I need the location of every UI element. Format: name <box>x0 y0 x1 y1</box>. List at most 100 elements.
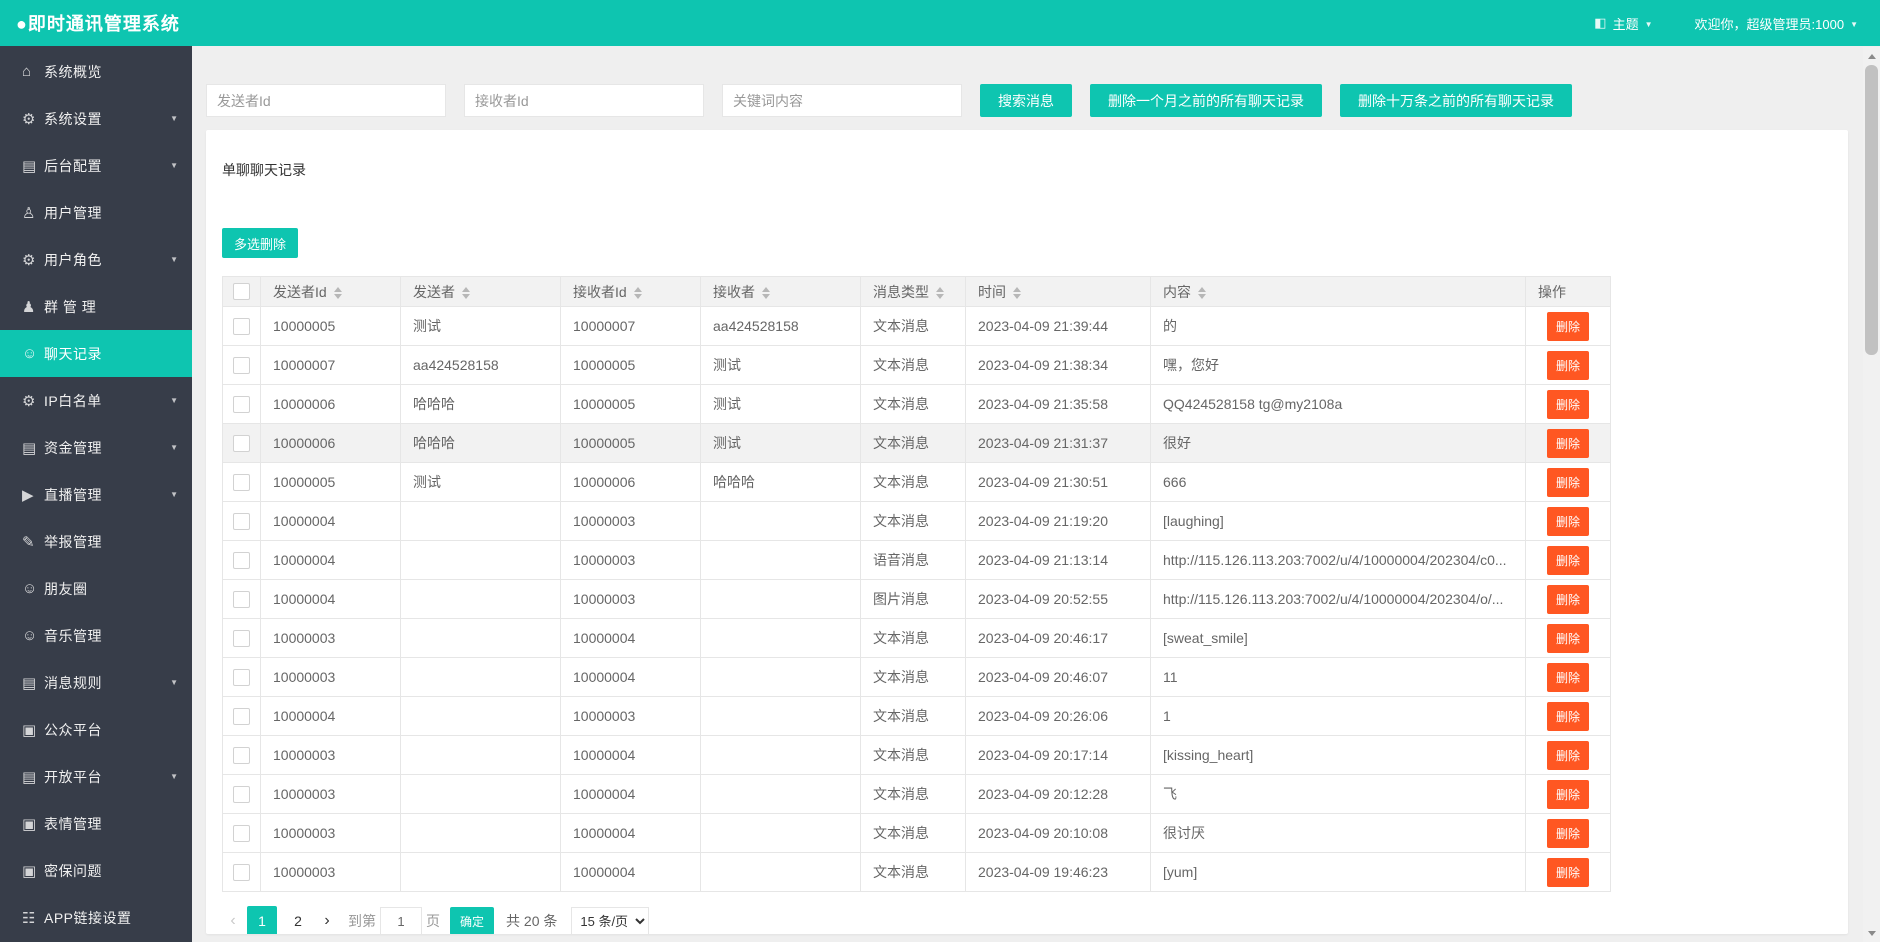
page-1-button[interactable]: 1 <box>247 906 277 934</box>
sidebar-item-moments[interactable]: ☺ 朋友圈 ▼ <box>0 565 192 612</box>
sidebar-item-open-platform[interactable]: ▤ 开放平台 ▼ <box>0 753 192 800</box>
delete-button[interactable]: 删除 <box>1546 662 1589 692</box>
delete-button[interactable]: 删除 <box>1546 467 1589 497</box>
cell-content: http://115.126.113.203:7002/u/4/10000004… <box>1150 540 1526 580</box>
search-messages-button[interactable]: 搜索消息 <box>980 84 1072 117</box>
row-checkbox[interactable] <box>233 590 250 608</box>
cell-receiver <box>700 657 861 697</box>
vertical-scrollbar[interactable] <box>1863 47 1880 942</box>
keyword-input[interactable] <box>722 84 962 117</box>
cell-receiver-id: 10000003 <box>560 579 701 619</box>
sidebar-item-backend-config[interactable]: ▤ 后台配置 ▼ <box>0 142 192 189</box>
sort-icon <box>462 286 470 299</box>
row-checkbox[interactable] <box>233 707 250 725</box>
sidebar-item-live-management[interactable]: ▶ 直播管理 ▼ <box>0 471 192 518</box>
prev-page-button[interactable]: ‹ <box>222 912 244 930</box>
cell-message-type: 图片消息 <box>860 579 966 619</box>
row-checkbox[interactable] <box>233 317 250 335</box>
delete-100k-old-button[interactable]: 删除十万条之前的所有聊天记录 <box>1340 84 1572 117</box>
cell-sender <box>400 618 561 658</box>
sidebar-item-system-overview[interactable]: ⌂ 系统概览 ▼ <box>0 48 192 95</box>
sender-id-input[interactable] <box>206 84 446 117</box>
user-menu[interactable]: 欢迎你，超级管理员:1000 ▼ <box>1695 14 1858 33</box>
delete-button[interactable]: 删除 <box>1546 857 1589 887</box>
cell-receiver <box>700 696 861 736</box>
scroll-up-arrow[interactable] <box>1863 49 1880 63</box>
theme-menu[interactable]: ◧ 主题 ▼ <box>1594 14 1652 33</box>
sidebar-item-icon: ✎ <box>22 533 35 551</box>
col-content[interactable]: 内容 <box>1150 276 1526 307</box>
delete-button[interactable]: 删除 <box>1546 389 1589 419</box>
sidebar-item-app-link-settings[interactable]: ☷ APP链接设置 ▼ <box>0 894 192 941</box>
confirm-page-button[interactable]: 确定 <box>450 907 495 934</box>
col-receiver-id[interactable]: 接收者Id <box>560 276 701 307</box>
multi-delete-button[interactable]: 多选删除 <box>222 228 299 258</box>
delete-button[interactable]: 删除 <box>1546 311 1589 341</box>
row-checkbox[interactable] <box>233 863 250 881</box>
sidebar-item-report-management[interactable]: ✎ 举报管理 ▼ <box>0 518 192 565</box>
col-sender-id[interactable]: 发送者Id <box>260 276 401 307</box>
table-row: 10000006 哈哈哈 10000005 测试 文本消息 2023-04-09… <box>222 423 1611 463</box>
sidebar-item-chat-records[interactable]: ☺ 聊天记录 ▼ <box>0 330 192 377</box>
delete-button[interactable]: 删除 <box>1546 428 1589 458</box>
row-checkbox[interactable] <box>233 356 250 374</box>
sidebar-item-message-rules[interactable]: ▤ 消息规则 ▼ <box>0 659 192 706</box>
delete-button[interactable]: 删除 <box>1546 818 1589 848</box>
chevron-down-icon: ▼ <box>1644 19 1653 29</box>
row-checkbox[interactable] <box>233 785 250 803</box>
scroll-down-arrow[interactable] <box>1863 926 1880 940</box>
delete-button[interactable]: 删除 <box>1546 506 1589 536</box>
sidebar-item-system-settings[interactable]: ⚙ 系统设置 ▼ <box>0 95 192 142</box>
col-receiver[interactable]: 接收者 <box>700 276 861 307</box>
row-checkbox[interactable] <box>233 629 250 647</box>
cell-content: 1 <box>1150 696 1526 736</box>
row-checkbox[interactable] <box>233 395 250 413</box>
table-row: 10000003 10000004 文本消息 2023-04-09 20:12:… <box>222 774 1611 814</box>
sidebar-item-user-management[interactable]: ♙ 用户管理 ▼ <box>0 189 192 236</box>
delete-button[interactable]: 删除 <box>1546 350 1589 380</box>
cell-receiver-id: 10000004 <box>560 657 701 697</box>
row-checkbox[interactable] <box>233 746 250 764</box>
page-2-button[interactable]: 2 <box>283 906 313 934</box>
row-checkbox[interactable] <box>233 668 250 686</box>
cell-time: 2023-04-09 20:17:14 <box>965 735 1151 775</box>
col-message-type[interactable]: 消息类型 <box>860 276 966 307</box>
sidebar-item-label: IP白名单 <box>44 392 102 409</box>
sidebar-item-user-roles[interactable]: ⚙ 用户角色 ▼ <box>0 236 192 283</box>
next-page-button[interactable]: › <box>316 912 338 930</box>
goto-page-input[interactable] <box>380 907 422 934</box>
row-checkbox[interactable] <box>233 824 250 842</box>
row-checkbox[interactable] <box>233 551 250 569</box>
delete-button[interactable]: 删除 <box>1546 779 1589 809</box>
col-sender[interactable]: 发送者 <box>400 276 561 307</box>
delete-button[interactable]: 删除 <box>1546 545 1589 575</box>
cell-sender-id: 10000004 <box>260 696 401 736</box>
sidebar-item-label: 用户角色 <box>44 251 102 268</box>
col-label: 发送者Id <box>273 283 327 300</box>
sidebar-item-emoji-management[interactable]: ▣ 表情管理 ▼ <box>0 800 192 847</box>
delete-button[interactable]: 删除 <box>1546 701 1589 731</box>
cell-receiver <box>700 813 861 853</box>
row-checkbox[interactable] <box>233 473 250 491</box>
sidebar-item-security-question[interactable]: ▣ 密保问题 ▼ <box>0 847 192 894</box>
sidebar-item-group-management[interactable]: ♟ 群 管 理 ▼ <box>0 283 192 330</box>
col-time[interactable]: 时间 <box>965 276 1151 307</box>
delete-button[interactable]: 删除 <box>1546 584 1589 614</box>
sidebar-item-music-management[interactable]: ☺ 音乐管理 ▼ <box>0 612 192 659</box>
cell-content: 666 <box>1150 462 1526 502</box>
sidebar-item-public-platform[interactable]: ▣ 公众平台 ▼ <box>0 706 192 753</box>
sidebar-item-icon: ▣ <box>22 862 37 880</box>
receiver-id-input[interactable] <box>464 84 704 117</box>
delete-month-old-button[interactable]: 删除一个月之前的所有聊天记录 <box>1090 84 1322 117</box>
row-checkbox[interactable] <box>233 512 250 530</box>
delete-button[interactable]: 删除 <box>1546 740 1589 770</box>
cell-receiver-id: 10000006 <box>560 462 701 502</box>
delete-button[interactable]: 删除 <box>1546 623 1589 653</box>
sidebar-item-ip-whitelist[interactable]: ⚙ IP白名单 ▼ <box>0 377 192 424</box>
select-all-checkbox[interactable] <box>233 283 250 301</box>
row-checkbox[interactable] <box>233 434 250 452</box>
cell-receiver <box>700 735 861 775</box>
page-size-select[interactable]: 15 条/页 <box>571 907 650 934</box>
sidebar-item-funds-management[interactable]: ▤ 资金管理 ▼ <box>0 424 192 471</box>
scrollbar-thumb[interactable] <box>1865 65 1878 355</box>
